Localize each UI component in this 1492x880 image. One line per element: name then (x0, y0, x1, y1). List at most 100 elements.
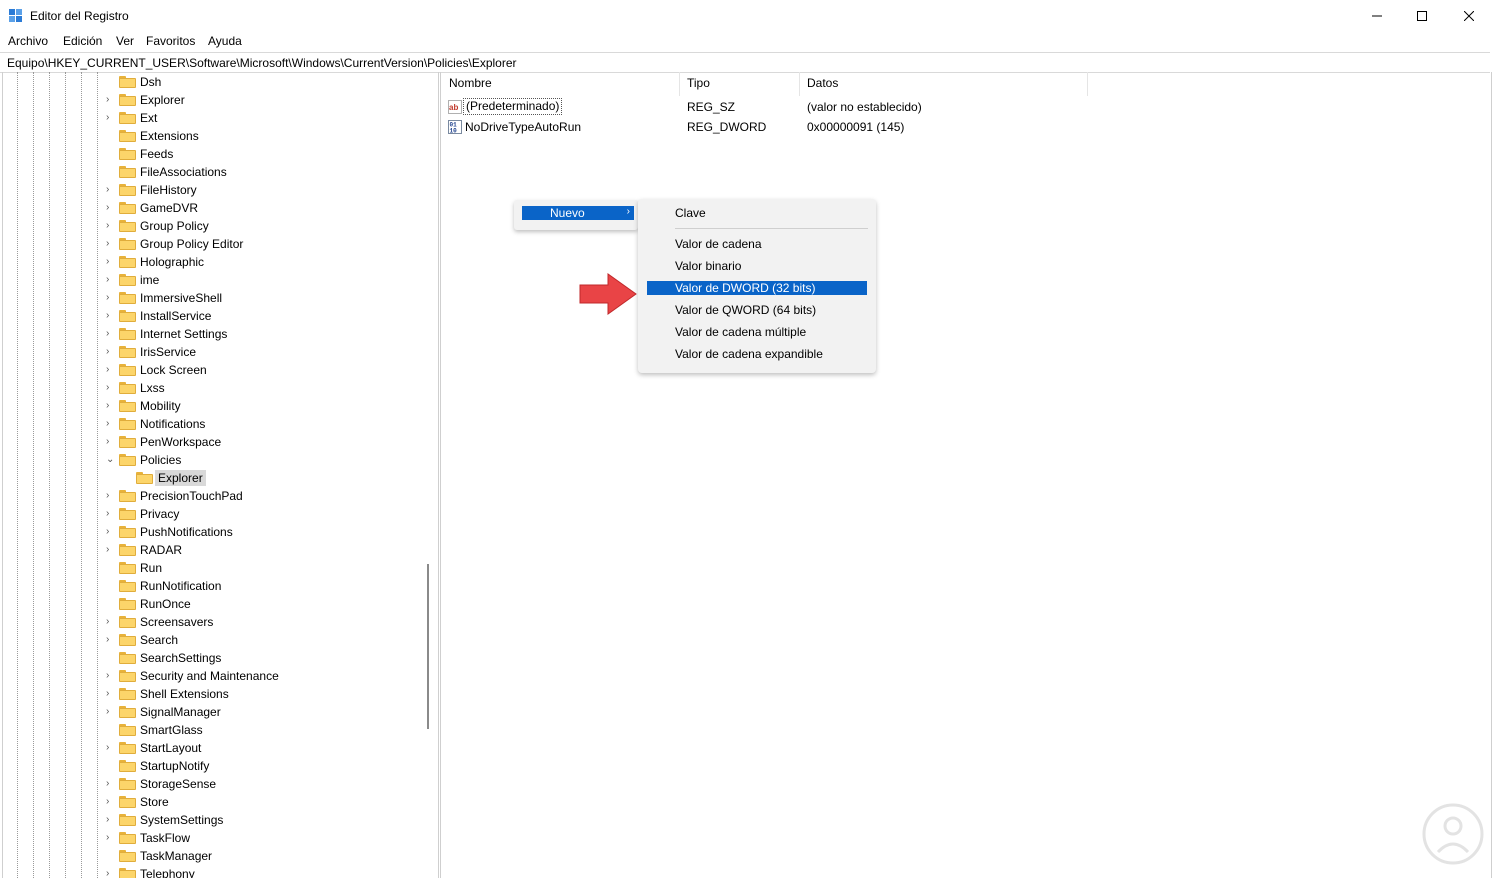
tree-item[interactable]: SearchSettings (3, 649, 423, 667)
menu-ver[interactable]: Ver (116, 34, 134, 48)
address-bar[interactable]: Equipo\HKEY_CURRENT_USER\Software\Micros… (0, 52, 1490, 73)
tree-item[interactable]: › Internet Settings (3, 325, 423, 343)
menu-item-nuevo[interactable]: Nuevo › (522, 206, 634, 220)
tree-item[interactable]: › FileHistory (3, 181, 423, 199)
tree-item[interactable]: › Explorer (3, 91, 423, 109)
chevron-right-icon[interactable]: › (106, 274, 116, 286)
chevron-down-icon[interactable]: ⌄ (106, 454, 116, 466)
tree-item[interactable]: › ime (3, 271, 423, 289)
tree-item[interactable]: › RADAR (3, 541, 423, 559)
tree-item[interactable]: › InstallService (3, 307, 423, 325)
tree-item[interactable]: Feeds (3, 145, 423, 163)
chevron-right-icon[interactable]: › (106, 436, 116, 448)
chevron-right-icon[interactable] (106, 598, 116, 610)
chevron-right-icon[interactable] (106, 652, 116, 664)
tree-item[interactable]: › Telephony (3, 865, 423, 878)
tree-item[interactable]: › GameDVR (3, 199, 423, 217)
column-header-type[interactable]: Tipo (687, 76, 710, 90)
maximize-button[interactable] (1399, 0, 1445, 31)
chevron-right-icon[interactable]: › (106, 868, 116, 878)
tree-item[interactable]: › IrisService (3, 343, 423, 361)
chevron-right-icon[interactable]: › (106, 832, 116, 844)
tree-item[interactable]: › TaskFlow (3, 829, 423, 847)
chevron-right-icon[interactable]: › (106, 742, 116, 754)
chevron-right-icon[interactable]: › (106, 400, 116, 412)
chevron-right-icon[interactable]: › (106, 112, 116, 124)
menu-item-dword-value[interactable]: Valor de DWORD (32 bits) (647, 281, 867, 295)
chevron-right-icon[interactable] (106, 760, 116, 772)
menu-ayuda[interactable]: Ayuda (208, 34, 242, 48)
tree-item[interactable]: RunOnce (3, 595, 423, 613)
menu-archivo[interactable]: Archivo (8, 34, 48, 48)
tree-item[interactable]: › Holographic (3, 253, 423, 271)
chevron-right-icon[interactable]: › (106, 184, 116, 196)
tree-item[interactable]: › StorageSense (3, 775, 423, 793)
tree-item[interactable]: FileAssociations (3, 163, 423, 181)
chevron-right-icon[interactable] (106, 850, 116, 862)
chevron-right-icon[interactable] (106, 130, 116, 142)
chevron-right-icon[interactable]: › (106, 796, 116, 808)
tree-item[interactable]: › Screensavers (3, 613, 423, 631)
chevron-right-icon[interactable]: › (106, 688, 116, 700)
chevron-right-icon[interactable]: › (106, 364, 116, 376)
tree-item[interactable]: › Search (3, 631, 423, 649)
tree-item[interactable]: Dsh (3, 73, 423, 91)
tree-item[interactable]: › StartLayout (3, 739, 423, 757)
tree-scrollbar-thumb[interactable] (427, 564, 429, 729)
chevron-right-icon[interactable]: › (106, 418, 116, 430)
column-divider[interactable] (799, 72, 800, 96)
column-header-data[interactable]: Datos (807, 76, 838, 90)
tree-item[interactable]: › SystemSettings (3, 811, 423, 829)
tree-item[interactable]: Run (3, 559, 423, 577)
tree-item[interactable]: › Mobility (3, 397, 423, 415)
chevron-right-icon[interactable] (106, 76, 116, 88)
tree-item[interactable]: › Store (3, 793, 423, 811)
chevron-right-icon[interactable]: › (106, 94, 116, 106)
chevron-right-icon[interactable]: › (106, 256, 116, 268)
chevron-right-icon[interactable]: › (106, 634, 116, 646)
chevron-right-icon[interactable]: › (106, 616, 116, 628)
address-path[interactable]: Equipo\HKEY_CURRENT_USER\Software\Micros… (7, 56, 517, 70)
chevron-right-icon[interactable]: › (106, 814, 116, 826)
chevron-right-icon[interactable]: › (106, 526, 116, 538)
menu-edicion[interactable]: Edición (63, 34, 102, 48)
column-divider[interactable] (679, 72, 680, 96)
tree-item[interactable]: › PushNotifications (3, 523, 423, 541)
tree-item[interactable]: › PrecisionTouchPad (3, 487, 423, 505)
menu-item-binary-value[interactable]: Valor binario (647, 259, 867, 273)
chevron-right-icon[interactable]: › (106, 346, 116, 358)
tree-item[interactable]: SmartGlass (3, 721, 423, 739)
tree-item[interactable]: › Shell Extensions (3, 685, 423, 703)
tree-item[interactable]: › Group Policy (3, 217, 423, 235)
value-row[interactable]: ab (Predeterminado) REG_SZ (valor no est… (441, 97, 1081, 117)
menu-item-multi-string-value[interactable]: Valor de cadena múltiple (647, 325, 867, 339)
tree-item[interactable]: ⌄ Policies (3, 451, 423, 469)
chevron-right-icon[interactable]: › (106, 292, 116, 304)
menu-item-string-value[interactable]: Valor de cadena (647, 237, 867, 251)
tree-item[interactable]: › Privacy (3, 505, 423, 523)
values-pane[interactable]: Nombre Tipo Datos ab (Predeterminado) RE… (440, 72, 1492, 878)
column-header-name[interactable]: Nombre (449, 76, 492, 90)
menu-favoritos[interactable]: Favoritos (146, 34, 195, 48)
chevron-right-icon[interactable] (106, 562, 116, 574)
chevron-right-icon[interactable]: › (106, 508, 116, 520)
tree-item[interactable]: Explorer (3, 469, 423, 487)
chevron-right-icon[interactable]: › (106, 670, 116, 682)
tree-item[interactable]: › ImmersiveShell (3, 289, 423, 307)
chevron-right-icon[interactable]: › (106, 220, 116, 232)
value-name[interactable]: NoDriveTypeAutoRun (465, 120, 581, 134)
tree-item[interactable]: › Lxss (3, 379, 423, 397)
menu-item-qword-value[interactable]: Valor de QWORD (64 bits) (647, 303, 867, 317)
chevron-right-icon[interactable] (106, 580, 116, 592)
tree-item[interactable]: › Ext (3, 109, 423, 127)
tree-item[interactable]: TaskManager (3, 847, 423, 865)
tree-item[interactable]: › PenWorkspace (3, 433, 423, 451)
tree-item[interactable]: › Lock Screen (3, 361, 423, 379)
chevron-right-icon[interactable] (106, 148, 116, 160)
chevron-right-icon[interactable]: › (106, 202, 116, 214)
tree-item[interactable]: StartupNotify (3, 757, 423, 775)
close-button[interactable] (1446, 0, 1492, 31)
chevron-right-icon[interactable]: › (106, 328, 116, 340)
chevron-right-icon[interactable] (106, 166, 116, 178)
chevron-right-icon[interactable]: › (106, 238, 116, 250)
